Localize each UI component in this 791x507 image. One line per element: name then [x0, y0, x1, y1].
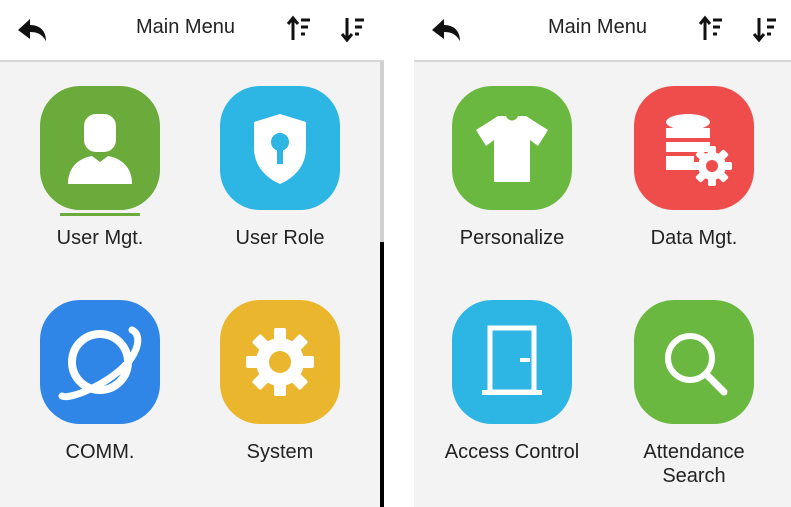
menu-item-system[interactable]: System	[210, 300, 350, 463]
top-bar: Main Menu	[0, 0, 384, 62]
planet-icon	[40, 300, 160, 424]
scrollbar-thumb[interactable]	[380, 242, 384, 507]
back-button[interactable]	[14, 14, 50, 46]
search-icon	[634, 300, 754, 424]
main-menu-screen-page-1: Main Menu User Mgt. User Role COMM. Syst…	[0, 0, 384, 507]
menu-item-user-role[interactable]: User Role	[210, 86, 350, 249]
scrollbar[interactable]	[380, 62, 384, 507]
sort-ascending-icon	[698, 15, 722, 40]
menu-item-comm[interactable]: COMM.	[30, 300, 170, 463]
menu-item-label: Personalize	[459, 227, 565, 249]
menu-item-label: User Mgt.	[56, 227, 144, 249]
sort-ascending-button[interactable]	[698, 14, 724, 44]
sort-descending-icon	[340, 18, 364, 43]
menu-item-data-mgt[interactable]: Data Mgt.	[624, 86, 764, 249]
menu-item-label: User Role	[235, 227, 325, 249]
menu-item-label: Attendance Search	[643, 441, 745, 487]
main-menu-screen-page-2: Main Menu Personalize Data Mgt. Access C…	[414, 0, 791, 507]
menu-item-label: Access Control	[444, 441, 580, 463]
user-icon	[40, 86, 160, 210]
top-bar: Main Menu	[414, 0, 791, 62]
back-button[interactable]	[428, 14, 464, 46]
sort-descending-button[interactable]	[340, 14, 366, 44]
door-icon	[452, 300, 572, 424]
menu-item-label: COMM.	[65, 441, 135, 463]
back-arrow-icon	[432, 19, 460, 41]
menu-item-label: Data Mgt.	[650, 227, 738, 249]
t-shirt-icon	[452, 86, 572, 210]
back-arrow-icon	[18, 19, 46, 41]
shield-keyhole-icon	[220, 86, 340, 210]
page-title: Main Menu	[548, 16, 647, 38]
database-gear-icon	[634, 86, 754, 210]
sort-descending-button[interactable]	[752, 14, 778, 44]
sort-ascending-icon	[286, 15, 310, 40]
menu-item-user-mgt[interactable]: User Mgt.	[30, 86, 170, 249]
menu-item-attendance-search[interactable]: Attendance Search	[624, 300, 764, 487]
gear-icon	[220, 300, 340, 424]
menu-item-access-control[interactable]: Access Control	[442, 300, 582, 463]
selection-indicator	[60, 213, 140, 216]
menu-item-personalize[interactable]: Personalize	[442, 86, 582, 249]
menu-item-label: System	[246, 441, 314, 463]
sort-descending-icon	[752, 18, 776, 43]
sort-ascending-button[interactable]	[286, 14, 312, 44]
page-title: Main Menu	[136, 16, 235, 38]
